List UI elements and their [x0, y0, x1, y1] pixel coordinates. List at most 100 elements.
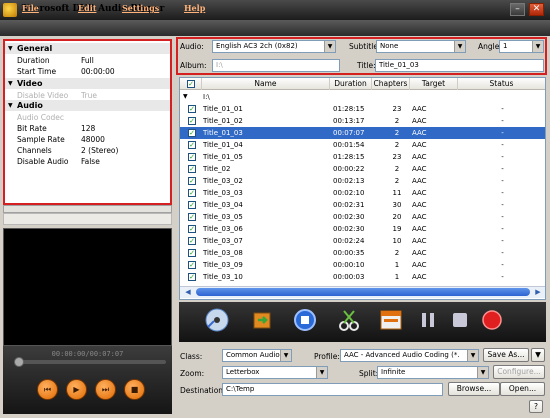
minimize-button[interactable]: – [510, 3, 525, 16]
convert-button[interactable] [479, 307, 505, 333]
load-folder-button[interactable] [249, 307, 275, 333]
table-row[interactable]: ✓ Title_01_03 00:07:07 2 AAC - [180, 127, 545, 139]
save-as-dropdown[interactable]: ▼ [531, 348, 545, 362]
row-checkbox[interactable]: ✓ [188, 129, 196, 137]
load-dvd-button[interactable] [204, 307, 230, 333]
browse-button[interactable]: Browse... [448, 382, 500, 396]
title-field[interactable]: Title_01_03 [375, 59, 544, 72]
table-row[interactable]: ✓ Title_03_07 00:02:24 10 AAC - [180, 235, 545, 247]
prop-sample-rate[interactable]: Sample Rate 48000 [5, 134, 170, 145]
cell-status: - [501, 153, 504, 161]
scrollbar-thumb[interactable] [196, 288, 530, 296]
cell-duration: 00:02:30 [333, 225, 365, 233]
table-row[interactable]: ✓ Title_01_02 00:13:17 2 AAC - [180, 115, 545, 127]
row-checkbox[interactable]: ✓ [188, 117, 196, 125]
row-checkbox[interactable]: ✓ [188, 153, 196, 161]
previous-button[interactable]: ⏮ [37, 379, 58, 400]
column-target[interactable]: Target [410, 78, 458, 90]
zoom-select[interactable]: Letterbox ▼ [222, 366, 328, 379]
save-as-button[interactable]: Save As... [483, 348, 529, 362]
audio-track-select[interactable]: English AC3 2ch (0x82) ▼ [212, 40, 336, 53]
row-checkbox[interactable]: ✓ [188, 165, 196, 173]
column-name[interactable]: Name [202, 78, 330, 90]
refresh-button[interactable] [292, 307, 318, 333]
row-checkbox[interactable]: ✓ [188, 177, 196, 185]
table-row[interactable]: ✓ Title_02 00:00:22 2 AAC - [180, 163, 545, 175]
pause-button[interactable] [415, 307, 441, 333]
cell-name: Title_01_01 [203, 105, 243, 113]
cell-target: AAC [412, 153, 427, 161]
panel-scrollbar[interactable] [3, 205, 172, 213]
help-button[interactable]: ? [529, 400, 543, 413]
title-label: Title: [357, 61, 376, 70]
close-button[interactable]: ✕ [529, 3, 544, 16]
prop-disable-audio[interactable]: Disable Audio False [5, 156, 170, 167]
group-general[interactable]: ▼ General [5, 43, 170, 54]
group-video[interactable]: ▼ Video [5, 78, 170, 89]
scroll-right-icon[interactable]: ▶ [532, 287, 544, 297]
play-button[interactable]: ▶ [66, 379, 87, 400]
row-checkbox[interactable]: ✓ [188, 189, 196, 197]
class-select[interactable]: Common Audio ▼ [222, 349, 292, 362]
row-checkbox[interactable]: ✓ [188, 141, 196, 149]
table-row[interactable]: ✓ Title_03_06 00:02:30 19 AAC - [180, 223, 545, 235]
profile-select[interactable]: AAC - Advanced Audio Coding (*. ▼ [340, 349, 479, 362]
audio-label: Audio: [180, 42, 204, 51]
stop-button[interactable]: ■ [124, 379, 145, 400]
angle-select[interactable]: 1 ▼ [499, 40, 544, 53]
stop-convert-button[interactable] [447, 307, 473, 333]
table-row[interactable]: ✓ Title_03_05 00:02:30 20 AAC - [180, 211, 545, 223]
group-audio[interactable]: ▼ Audio [5, 100, 170, 111]
table-row[interactable]: ✓ Title_01_04 00:01:54 2 AAC - [180, 139, 545, 151]
cell-duration: 00:00:22 [333, 165, 365, 173]
column-status[interactable]: Status [458, 78, 545, 90]
scroll-left-icon[interactable]: ◀ [182, 287, 194, 297]
column-duration[interactable]: Duration [330, 78, 372, 90]
row-checkbox[interactable]: ✓ [188, 261, 196, 269]
prop-channels[interactable]: Channels 2 (Stereo) [5, 145, 170, 156]
menu-file[interactable]: File [22, 3, 39, 13]
row-checkbox[interactable]: ✓ [188, 105, 196, 113]
column-chapters[interactable]: Chapters [372, 78, 410, 90]
cell-status: - [501, 249, 504, 257]
prop-bit-rate[interactable]: Bit Rate 128 [5, 123, 170, 134]
row-checkbox[interactable]: ✓ [188, 225, 196, 233]
header-check-all[interactable]: ✓ [180, 78, 202, 90]
table-row[interactable]: ✓ Title_01_05 01:28:15 23 AAC - [180, 151, 545, 163]
menu-help[interactable]: Help [184, 3, 205, 13]
album-field[interactable]: I:\ [212, 59, 340, 72]
row-checkbox[interactable]: ✓ [188, 273, 196, 281]
table-row[interactable]: ✓ Title_03_10 00:00:03 1 AAC - [180, 271, 545, 283]
tree-root[interactable]: ▼ I:\ [180, 91, 545, 103]
chevron-down-icon: ▼ [316, 367, 327, 378]
configure-button[interactable]: Configure... [493, 365, 545, 379]
split-select[interactable]: Infinite ▼ [377, 366, 489, 379]
table-row[interactable]: ✓Title_03_1100:00:021AAC- [180, 283, 545, 285]
table-row[interactable]: ✓ Title_03_09 00:00:10 1 AAC - [180, 259, 545, 271]
panel-icon [380, 310, 402, 330]
next-button[interactable]: ⏭ [95, 379, 116, 400]
time-display: 00:00:00/00:07:07 [51, 350, 124, 358]
subtitle-select[interactable]: None ▼ [376, 40, 466, 53]
table-row[interactable]: ✓ Title_03_03 00:02:10 11 AAC - [180, 187, 545, 199]
cell-name: Title_03_07 [203, 237, 243, 245]
seek-handle[interactable] [14, 357, 24, 367]
row-checkbox[interactable]: ✓ [188, 249, 196, 257]
cell-status: - [501, 201, 504, 209]
prop-duration[interactable]: Duration Full [5, 55, 170, 66]
seek-bar[interactable] [18, 360, 166, 364]
destination-field[interactable]: C:\Temp [222, 383, 443, 396]
menu-edit[interactable]: Edit [78, 3, 96, 13]
row-checkbox[interactable]: ✓ [188, 213, 196, 221]
menu-settings[interactable]: Settings [122, 3, 159, 13]
row-checkbox[interactable]: ✓ [188, 201, 196, 209]
table-row[interactable]: ✓ Title_01_01 01:28:15 23 AAC - [180, 103, 545, 115]
table-row[interactable]: ✓ Title_03_08 00:00:35 2 AAC - [180, 247, 545, 259]
table-row[interactable]: ✓ Title_03_04 00:02:31 30 AAC - [180, 199, 545, 211]
row-checkbox[interactable]: ✓ [188, 237, 196, 245]
clip-button[interactable] [336, 307, 362, 333]
open-button[interactable]: Open... [500, 382, 545, 396]
prop-start-time[interactable]: Start Time 00:00:00 [5, 66, 170, 77]
table-row[interactable]: ✓ Title_03_02 00:02:13 2 AAC - [180, 175, 545, 187]
settings-panel-button[interactable] [378, 307, 404, 333]
